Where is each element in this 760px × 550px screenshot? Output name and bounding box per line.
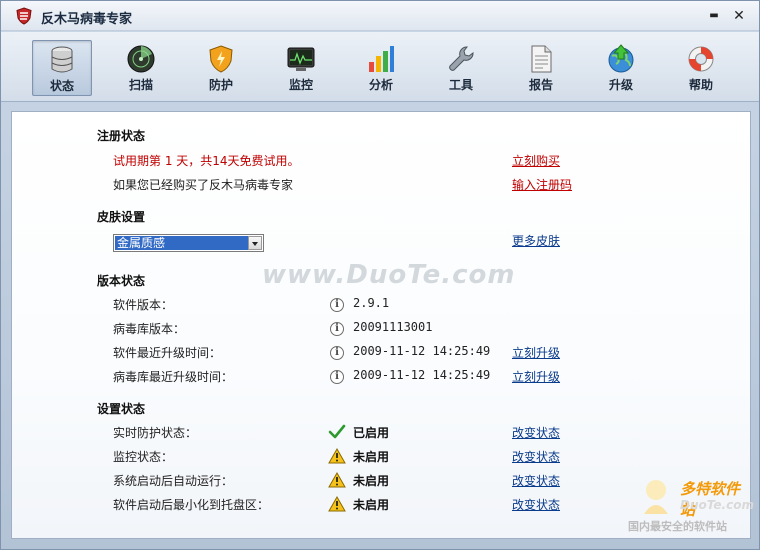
tool-tools[interactable]: 工具 <box>431 40 491 96</box>
setting-row-label: 实时防护状态： <box>113 426 198 440</box>
trial-status-text: 试用期第 1 天，共14天免费试用。 <box>113 154 300 168</box>
tool-upgrade-label: 升级 <box>608 78 633 92</box>
watermark-text: www.DuoTe.com <box>262 260 516 290</box>
buy-now-link[interactable]: 立刻购买 <box>512 152 560 169</box>
info-icon: i <box>330 346 344 360</box>
app-window: 反木马病毒专家 ▬ ✕ 状态 扫描 防护 监控 分析 工具 报告 升级 帮助 注… <box>0 0 760 550</box>
info-icon: i <box>330 370 344 384</box>
tool-scan[interactable]: 扫描 <box>111 40 171 96</box>
tool-analyze[interactable]: 分析 <box>351 40 411 96</box>
warning-icon <box>328 472 346 488</box>
version-row-value: 2009-11-12 14:25:49 <box>353 368 491 382</box>
corner-watermark: 多特软件站 DuoTe.com 国内最安全的软件站 <box>628 474 754 538</box>
skin-section-title: 皮肤设置 <box>97 210 146 224</box>
upgrade-software-link[interactable]: 立刻升级 <box>512 344 560 361</box>
bar-chart-icon <box>369 46 394 72</box>
mascot-icon <box>644 480 668 514</box>
check-icon <box>328 424 346 439</box>
tool-protect-label: 防护 <box>208 78 233 92</box>
settings-section-title: 设置状态 <box>97 402 146 416</box>
version-row-value: 2.9.1 <box>353 296 390 310</box>
close-button[interactable]: ✕ <box>730 7 748 25</box>
setting-row-status: 未启用 <box>353 474 390 488</box>
tool-help-label: 帮助 <box>688 78 713 92</box>
change-status-link[interactable]: 改变状态 <box>512 496 560 513</box>
tool-upgrade[interactable]: 升级 <box>591 40 651 96</box>
wrench-icon <box>449 46 474 71</box>
enter-register-code-link[interactable]: 输入注册码 <box>512 176 572 193</box>
version-row-value: 20091113001 <box>353 320 433 334</box>
skin-select-value: 金属质感 <box>115 236 248 250</box>
database-icon <box>51 46 73 73</box>
setting-row-status: 已启用 <box>353 426 390 440</box>
tool-help[interactable]: 帮助 <box>671 40 731 96</box>
more-skins-link[interactable]: 更多皮肤 <box>512 232 560 249</box>
radar-icon <box>127 45 155 73</box>
upgrade-globe-icon <box>608 44 634 73</box>
setting-row-label: 系统启动后自动运行： <box>113 474 234 488</box>
tool-tools-label: 工具 <box>448 78 473 92</box>
tool-monitor-label: 监控 <box>288 78 313 92</box>
tool-status-label: 状态 <box>49 79 74 93</box>
info-icon: i <box>330 298 344 312</box>
tool-analyze-label: 分析 <box>368 78 393 92</box>
purchased-hint-text: 如果您已经购买了反木马病毒专家 <box>113 178 294 192</box>
minimize-button[interactable]: ▬ <box>705 7 723 25</box>
setting-row-status: 未启用 <box>353 450 390 464</box>
change-status-link[interactable]: 改变状态 <box>512 448 560 465</box>
watermark-slogan: 国内最安全的软件站 <box>628 520 727 533</box>
change-status-link[interactable]: 改变状态 <box>512 424 560 441</box>
info-icon: i <box>330 322 344 336</box>
version-row-label: 病毒库最近升级时间： <box>113 370 234 384</box>
tool-report-label: 报告 <box>528 78 553 92</box>
tool-monitor[interactable]: 监控 <box>271 40 331 96</box>
setting-row-status: 未启用 <box>353 498 390 512</box>
change-status-link[interactable]: 改变状态 <box>512 472 560 489</box>
warning-icon <box>328 448 346 464</box>
monitor-icon <box>287 47 315 71</box>
shield-icon <box>209 45 233 73</box>
app-shield-logo-icon <box>16 7 32 25</box>
setting-row-label: 软件启动后最小化到托盘区： <box>113 498 270 512</box>
skin-select[interactable]: 金属质感 <box>113 234 264 252</box>
status-panel: 注册状态 试用期第 1 天，共14天免费试用。 立刻购买 如果您已经购买了反木马… <box>11 111 754 539</box>
main-toolbar: 状态 扫描 防护 监控 分析 工具 报告 升级 帮助 <box>1 32 759 102</box>
upgrade-virus-db-link[interactable]: 立刻升级 <box>512 368 560 385</box>
window-title: 反木马病毒专家 <box>41 12 133 27</box>
version-row-label: 软件最近升级时间： <box>113 346 222 360</box>
version-section-title: 版本状态 <box>97 274 146 288</box>
warning-icon <box>328 496 346 512</box>
lifebuoy-icon <box>688 46 714 72</box>
tool-status[interactable]: 状态 <box>32 40 92 96</box>
chevron-down-icon[interactable] <box>248 236 262 250</box>
tool-scan-label: 扫描 <box>128 78 153 92</box>
registration-section-title: 注册状态 <box>97 129 146 143</box>
tool-protect[interactable]: 防护 <box>191 40 251 96</box>
title-bar: 反木马病毒专家 ▬ ✕ <box>1 1 759 31</box>
watermark-site: DuoTe.com <box>680 498 754 512</box>
version-row-value: 2009-11-12 14:25:49 <box>353 344 491 358</box>
setting-row-label: 监控状态： <box>113 450 174 464</box>
version-row-label: 病毒库版本： <box>113 322 186 336</box>
version-row-label: 软件版本： <box>113 298 174 312</box>
tool-report[interactable]: 报告 <box>511 40 571 96</box>
report-icon <box>531 45 552 73</box>
